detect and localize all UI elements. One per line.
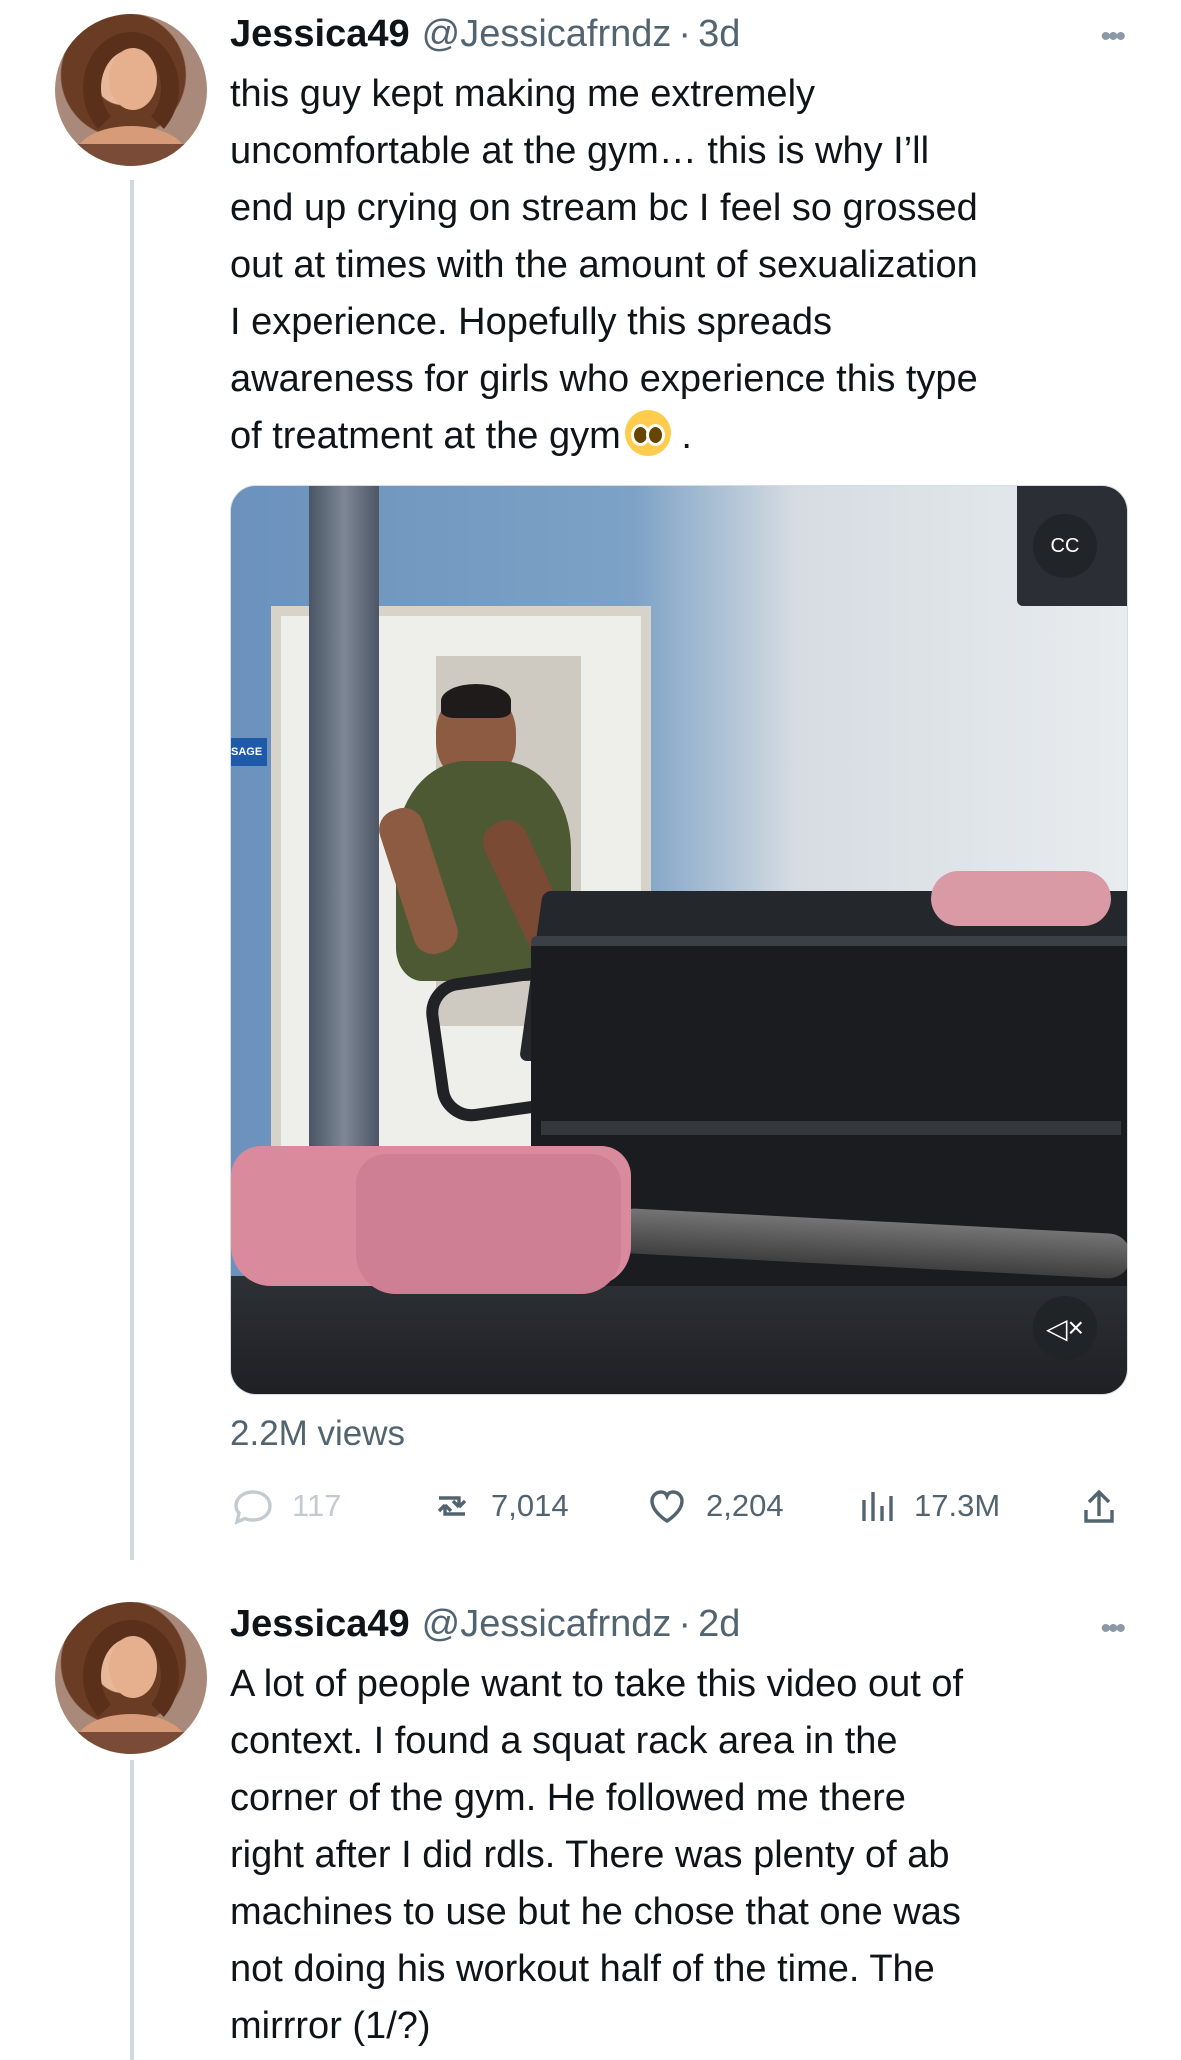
video-media[interactable]: SAGE CC ◁ × (230, 485, 1128, 1395)
tweet-header: Jessica49 @Jessicafrndz · 3d (230, 10, 740, 58)
text-line: end up crying on stream bc I feel so gro… (230, 187, 978, 229)
text-line: out at times with the amount of sexualiz… (230, 244, 978, 286)
like-button[interactable]: 2,204 (646, 1485, 784, 1527)
avatar-face (109, 1636, 157, 1698)
more-icon[interactable]: ••• (1100, 20, 1125, 54)
pink-bar-pad-overlap (356, 1154, 621, 1294)
sign: SAGE (231, 738, 267, 766)
handle[interactable]: @Jessicafrndz (422, 13, 672, 56)
tweet-text: this guy kept making me extremely uncomf… (230, 66, 1120, 465)
share-button[interactable] (1078, 1485, 1120, 1527)
view-count: 2.2M views (230, 1414, 406, 1453)
avatar-face (109, 48, 157, 110)
text-line: right after I did rdls. There was plenty… (230, 1834, 950, 1876)
thread-line-top (130, 180, 134, 1560)
text-line: of treatment at the gym . (230, 408, 1120, 465)
separator-dot: · (678, 12, 692, 55)
share-icon (1084, 1489, 1114, 1523)
retweet-count: 7,014 (491, 1488, 569, 1523)
more-icon[interactable]: ••• (1100, 1612, 1125, 1646)
retweet-button[interactable]: 7,014 (431, 1485, 569, 1527)
captions-button[interactable]: CC (1033, 514, 1097, 578)
speaker-muted-icon: ◁ (1046, 1312, 1068, 1344)
mute-button[interactable]: ◁ × (1033, 1296, 1097, 1360)
reply-icon (234, 1490, 272, 1525)
floor (231, 1276, 1127, 1394)
man-hair (441, 684, 511, 718)
text-line: context. I found a squat rack area in th… (230, 1720, 898, 1762)
text-line-last: of treatment at the gym (230, 415, 621, 457)
separator-dot: · (678, 1602, 692, 1645)
mat-seam (541, 1121, 1121, 1135)
avatar[interactable] (55, 14, 207, 166)
timestamp[interactable]: 3d (698, 13, 740, 56)
pleading-face-emoji (624, 410, 671, 456)
mute-x: × (1067, 1312, 1084, 1343)
text-line: I experience. Hopefully this spreads (230, 301, 832, 343)
avatar[interactable] (55, 1602, 207, 1754)
text-line: awareness for girls who experience this … (230, 358, 978, 400)
tweet-end-period: . (681, 415, 692, 457)
retweet-icon (437, 1496, 467, 1516)
tweet-text: A lot of people want to take this video … (230, 1656, 1120, 2055)
avatar-top (77, 1732, 185, 1754)
pink-band (931, 871, 1111, 926)
avatar-top (77, 144, 185, 166)
impression-count: 17.3M (914, 1488, 1001, 1523)
analytics-button[interactable]: 17.3M (854, 1485, 1000, 1527)
text-line: corner of the gym. He followed me there (230, 1777, 906, 1819)
heart-icon (650, 1490, 684, 1523)
like-count: 2,204 (706, 1488, 784, 1523)
tweet-header: Jessica49 @Jessicafrndz · 2d (230, 1600, 740, 1648)
text-line: mirrror (1/?) (230, 2005, 431, 2047)
text-line: A lot of people want to take this video … (230, 1663, 964, 1705)
tweet-actions: 117 7,014 2,204 17.3M (228, 1485, 1118, 1545)
reply-count: 117 (292, 1488, 342, 1523)
text-line: uncomfortable at the gym… this is why I’… (230, 130, 930, 172)
handle[interactable]: @Jessicafrndz (422, 1603, 672, 1646)
text-line: this guy kept making me extremely (230, 73, 816, 115)
thread-line-bottom (130, 1760, 134, 2060)
text-line: not doing his workout half of the time. … (230, 1948, 935, 1990)
display-name[interactable]: Jessica49 (230, 13, 410, 56)
reply-button[interactable]: 117 (232, 1485, 341, 1527)
display-name[interactable]: Jessica49 (230, 1603, 410, 1646)
text-line: machines to use but he chose that one wa… (230, 1891, 961, 1933)
timestamp[interactable]: 2d (698, 1603, 740, 1646)
analytics-icon (862, 1492, 893, 1521)
